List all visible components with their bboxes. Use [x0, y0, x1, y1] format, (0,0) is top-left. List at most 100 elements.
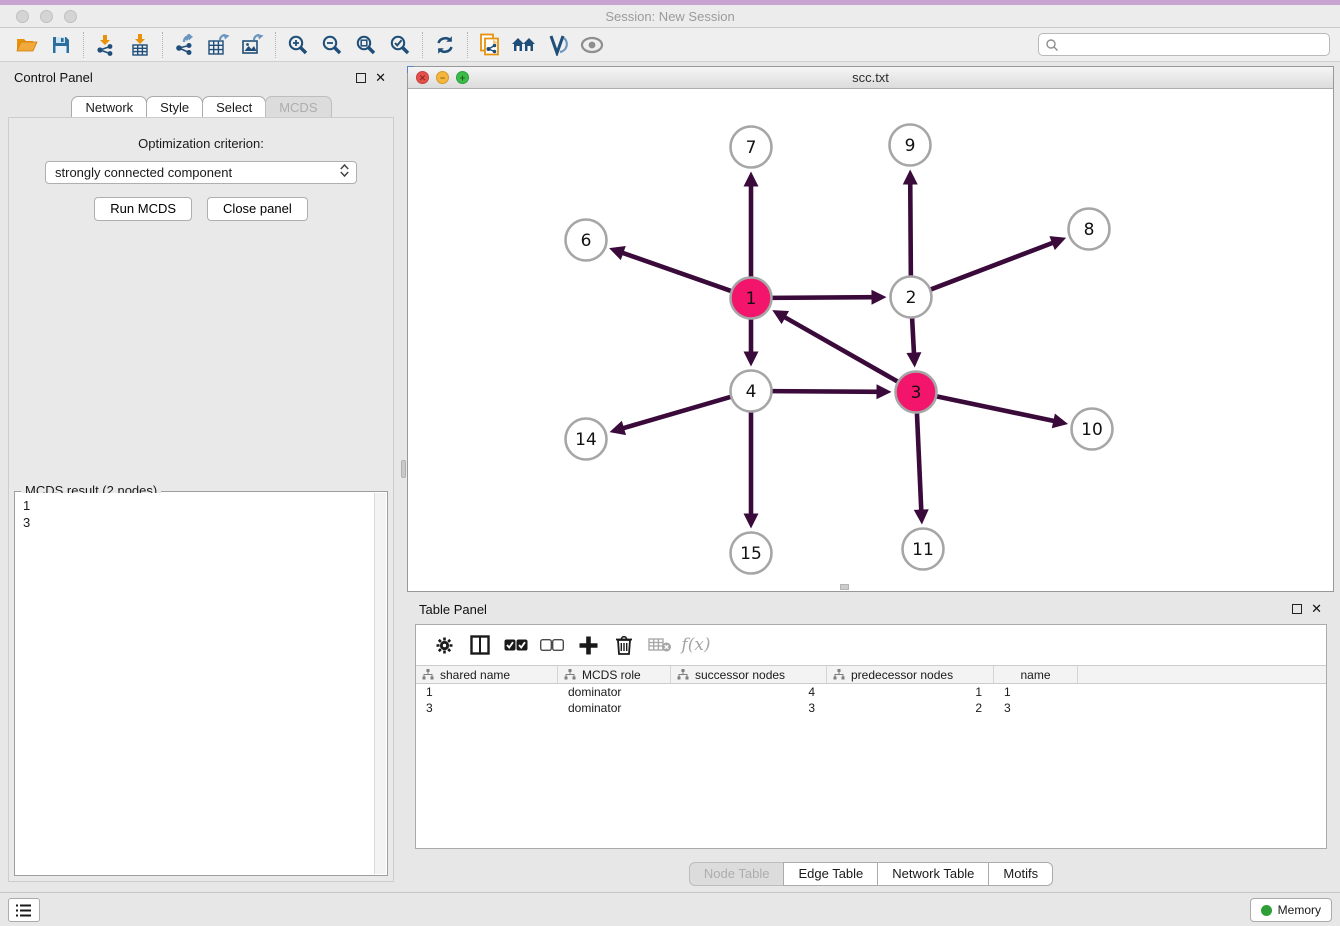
tab-motifs[interactable]: Motifs [988, 862, 1053, 886]
graph-edge-2-8[interactable] [930, 242, 1054, 289]
save-session-icon[interactable] [44, 30, 78, 60]
mcds-result-text[interactable]: 1 3 [16, 493, 374, 874]
column-header-predecessor-nodes[interactable]: predecessor nodes [827, 666, 994, 683]
column-header-successor-nodes[interactable]: successor nodes [671, 666, 827, 683]
graph-node-label: 11 [912, 540, 934, 560]
run-mcds-button[interactable]: Run MCDS [94, 197, 192, 221]
cell-successor-nodes[interactable]: 4 [671, 684, 827, 700]
result-line: 1 [23, 497, 374, 514]
show-column-icon[interactable] [462, 630, 498, 660]
graph-node-label: 1 [746, 289, 757, 309]
graph-edge-arrowhead [744, 352, 759, 367]
graph-edge-3-10[interactable] [936, 396, 1055, 421]
tab-network-table[interactable]: Network Table [877, 862, 989, 886]
control-panel-header: Control Panel ✕ [2, 64, 400, 90]
cell-predecessor-nodes[interactable]: 1 [827, 684, 994, 700]
search-field[interactable] [1038, 33, 1330, 56]
zoom-out-icon[interactable] [315, 30, 349, 60]
refresh-network-icon[interactable] [428, 30, 462, 60]
graph-edge-arrowhead [871, 290, 886, 305]
cell-mcds-role[interactable]: dominator [558, 700, 671, 716]
cell-shared-name[interactable]: 3 [416, 700, 558, 716]
network-window-titlebar[interactable]: ✕ − + scc.txt [408, 67, 1333, 89]
column-header-name[interactable]: name [994, 666, 1078, 683]
cell-predecessor-nodes[interactable]: 2 [827, 700, 994, 716]
import-table-icon[interactable] [123, 30, 157, 60]
select-all-checkboxes-icon[interactable] [498, 630, 534, 660]
float-table-panel-icon[interactable] [1292, 604, 1302, 614]
zoom-fit-icon[interactable] [349, 30, 383, 60]
criterion-select[interactable]: strongly connected component [45, 161, 357, 184]
column-header-mcds-role[interactable]: MCDS role [558, 666, 671, 683]
hide-eye-icon[interactable] [575, 30, 609, 60]
cell-name[interactable]: 1 [994, 684, 1078, 700]
panel-splitter[interactable] [400, 64, 407, 888]
graph-edge-4-3[interactable] [771, 391, 878, 392]
network-canvas[interactable]: 7968124314101511 [408, 89, 1333, 591]
zoom-selected-icon[interactable] [383, 30, 417, 60]
canvas-scroll-grip[interactable] [840, 584, 849, 590]
table-header-row: shared name MCDS role successor nodes pr… [416, 665, 1326, 684]
clone-network-icon[interactable] [473, 30, 507, 60]
status-bar: Memory [0, 892, 1340, 926]
mcds-panel: Optimization criterion: strongly connect… [8, 117, 394, 882]
memory-status-icon [1261, 905, 1272, 916]
close-panel-button[interactable]: Close panel [207, 197, 308, 221]
add-column-icon[interactable] [570, 630, 606, 660]
network-home-icon[interactable] [507, 30, 541, 60]
graph-edge-3-11[interactable] [917, 412, 921, 511]
column-type-icon [564, 669, 576, 680]
toolbar-separator [422, 32, 423, 58]
table-toolbar: f(x) [416, 625, 1326, 665]
graph-edge-4-14[interactable] [622, 397, 731, 429]
column-header-shared-name[interactable]: shared name [416, 666, 558, 683]
graph-node-label: 6 [581, 231, 592, 251]
control-panel: Control Panel ✕ Network Style Select MCD… [2, 64, 400, 888]
control-panel-title: Control Panel [14, 70, 93, 85]
zoom-in-icon[interactable] [281, 30, 315, 60]
memory-button[interactable]: Memory [1250, 898, 1332, 922]
graph-edge-1-6[interactable] [621, 252, 731, 291]
vizmapper-icon[interactable] [541, 30, 575, 60]
column-header-filler [1078, 666, 1326, 683]
result-scrollbar[interactable] [374, 493, 386, 874]
cell-successor-nodes[interactable]: 3 [671, 700, 827, 716]
cell-mcds-role[interactable]: dominator [558, 684, 671, 700]
graph-edge-1-2[interactable] [771, 297, 873, 298]
close-panel-icon[interactable]: ✕ [375, 70, 386, 86]
graph-edge-3-1[interactable] [784, 317, 899, 382]
graph-edge-arrowhead [876, 384, 891, 399]
function-builder-icon: f(x) [678, 630, 714, 660]
close-table-panel-icon[interactable]: ✕ [1311, 601, 1322, 617]
graph-edge-arrowhead [744, 172, 759, 187]
search-input[interactable] [1059, 38, 1329, 52]
export-image-icon[interactable] [236, 30, 270, 60]
cell-name[interactable]: 3 [994, 700, 1078, 716]
task-history-button[interactable] [8, 898, 40, 922]
toolbar-separator [162, 32, 163, 58]
table-panel-title: Table Panel [419, 602, 487, 617]
cell-shared-name[interactable]: 1 [416, 684, 558, 700]
table-options-gear-icon[interactable] [426, 630, 462, 660]
column-label: shared name [440, 668, 510, 682]
graph-edge-arrowhead [1052, 414, 1068, 429]
delete-column-icon[interactable] [606, 630, 642, 660]
graph-node-label: 8 [1084, 220, 1095, 240]
table-row[interactable]: 3 dominator 3 2 3 [416, 700, 1326, 716]
optimization-criterion-label: Optimization criterion: [9, 136, 393, 151]
export-network-icon[interactable] [168, 30, 202, 60]
toolbar-separator [275, 32, 276, 58]
export-table-icon[interactable] [202, 30, 236, 60]
splitter-grip[interactable] [401, 460, 406, 478]
graph-edge-2-3[interactable] [912, 317, 914, 354]
deselect-all-checkboxes-icon[interactable] [534, 630, 570, 660]
tab-edge-table[interactable]: Edge Table [783, 862, 878, 886]
open-session-icon[interactable] [10, 30, 44, 60]
float-panel-icon[interactable] [356, 73, 366, 83]
network-canvas-svg: 7968124314101511 [408, 89, 1333, 591]
tab-node-table[interactable]: Node Table [689, 862, 785, 886]
result-line: 3 [23, 514, 374, 531]
table-row[interactable]: 1 dominator 4 1 1 [416, 684, 1326, 700]
import-network-icon[interactable] [89, 30, 123, 60]
graph-edge-2-9[interactable] [910, 182, 911, 276]
